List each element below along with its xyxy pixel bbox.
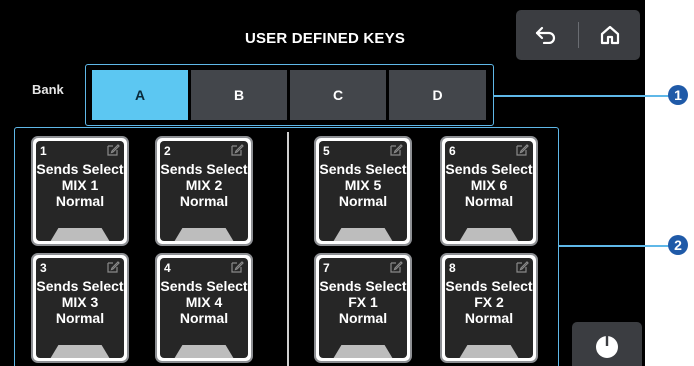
callout-1-badge: 1 xyxy=(668,85,688,105)
key-label: Sends Select MIX 1 Normal xyxy=(36,161,124,209)
key-label: Sends Select FX 2 Normal xyxy=(445,278,533,326)
key-label: Sends Select MIX 5 Normal xyxy=(319,161,407,209)
callout-2-line xyxy=(559,245,670,247)
edit-pencil-icon xyxy=(390,261,403,273)
user-key-7[interactable]: 7 Sends Select FX 1 Normal xyxy=(314,253,412,363)
key-face: 1 Sends Select MIX 1 Normal xyxy=(36,141,124,241)
key-base xyxy=(459,345,519,358)
user-key-2[interactable]: 2 Sends Select MIX 2 Normal xyxy=(155,136,253,246)
key-label: Sends Select MIX 2 Normal xyxy=(160,161,248,209)
key-face: 2 Sends Select MIX 2 Normal xyxy=(160,141,248,241)
edit-pencil-icon xyxy=(107,261,120,273)
key-mode: Normal xyxy=(338,310,388,326)
key-base xyxy=(174,345,234,358)
key-number: 5 xyxy=(323,144,330,158)
key-base xyxy=(50,228,110,241)
user-key-8[interactable]: 8 Sends Select FX 2 Normal xyxy=(440,253,538,363)
key-base xyxy=(333,345,393,358)
key-label: Sends Select MIX 4 Normal xyxy=(160,278,248,326)
key-face: 5 Sends Select MIX 5 Normal xyxy=(319,141,407,241)
key-number: 7 xyxy=(323,261,330,275)
home-button[interactable] xyxy=(580,10,640,60)
key-label: Sends Select MIX 3 Normal xyxy=(36,278,124,326)
edit-pencil-icon xyxy=(516,261,529,273)
user-key-4[interactable]: 4 Sends Select MIX 4 Normal xyxy=(155,253,253,363)
key-label: Sends Select FX 1 Normal xyxy=(319,278,407,326)
key-function: Sends Select xyxy=(319,278,407,294)
key-group-divider xyxy=(287,132,289,366)
nav-divider xyxy=(578,22,579,48)
page-title: USER DEFINED KEYS xyxy=(244,30,406,47)
key-face: 8 Sends Select FX 2 Normal xyxy=(445,258,533,358)
key-number: 1 xyxy=(40,144,47,158)
key-number: 4 xyxy=(164,261,171,275)
user-key-6[interactable]: 6 Sends Select MIX 6 Normal xyxy=(440,136,538,246)
key-mode: Normal xyxy=(464,310,514,326)
key-target: MIX 5 xyxy=(344,177,382,193)
key-face: 3 Sends Select MIX 3 Normal xyxy=(36,258,124,358)
mixer-screen: USER DEFINED KEYS Bank A B C D 1 Sends S… xyxy=(0,0,645,366)
undo-arrow-icon xyxy=(535,26,556,44)
nav-buttons xyxy=(516,10,640,60)
key-number: 6 xyxy=(449,144,456,158)
key-mode: Normal xyxy=(464,193,514,209)
edit-pencil-icon xyxy=(516,144,529,156)
key-target: FX 1 xyxy=(348,294,378,310)
bank-d-button[interactable]: D xyxy=(389,70,486,120)
key-target: MIX 1 xyxy=(61,177,99,193)
key-face: 7 Sends Select FX 1 Normal xyxy=(319,258,407,358)
callout-2-badge: 2 xyxy=(668,235,688,255)
power-knob-icon xyxy=(596,336,618,358)
key-target: MIX 2 xyxy=(185,177,223,193)
user-key-3[interactable]: 3 Sends Select MIX 3 Normal xyxy=(31,253,129,363)
key-function: Sends Select xyxy=(319,161,407,177)
key-function: Sends Select xyxy=(36,278,124,294)
user-key-5[interactable]: 5 Sends Select MIX 5 Normal xyxy=(314,136,412,246)
key-function: Sends Select xyxy=(36,161,124,177)
bank-c-button[interactable]: C xyxy=(290,70,386,120)
key-number: 3 xyxy=(40,261,47,275)
bank-b-button[interactable]: B xyxy=(191,70,287,120)
key-mode: Normal xyxy=(55,193,105,209)
key-function: Sends Select xyxy=(445,161,533,177)
key-function: Sends Select xyxy=(160,278,248,294)
key-target: MIX 6 xyxy=(470,177,508,193)
key-mode: Normal xyxy=(55,310,105,326)
edit-pencil-icon xyxy=(231,144,244,156)
home-icon xyxy=(600,25,620,45)
edit-pencil-icon xyxy=(390,144,403,156)
key-mode: Normal xyxy=(179,193,229,209)
key-function: Sends Select xyxy=(160,161,248,177)
key-number: 8 xyxy=(449,261,456,275)
key-target: MIX 4 xyxy=(185,294,223,310)
key-target: MIX 3 xyxy=(61,294,99,310)
key-base xyxy=(459,228,519,241)
key-base xyxy=(174,228,234,241)
back-button[interactable] xyxy=(516,10,576,60)
key-mode: Normal xyxy=(338,193,388,209)
edit-pencil-icon xyxy=(107,144,120,156)
key-label: Sends Select MIX 6 Normal xyxy=(445,161,533,209)
callout-1-line xyxy=(494,95,670,97)
bank-label: Bank xyxy=(32,82,64,97)
power-button[interactable] xyxy=(572,322,642,366)
key-face: 4 Sends Select MIX 4 Normal xyxy=(160,258,248,358)
key-face: 6 Sends Select MIX 6 Normal xyxy=(445,141,533,241)
key-number: 2 xyxy=(164,144,171,158)
user-key-1[interactable]: 1 Sends Select MIX 1 Normal xyxy=(31,136,129,246)
key-base xyxy=(333,228,393,241)
key-function: Sends Select xyxy=(445,278,533,294)
key-base xyxy=(50,345,110,358)
key-mode: Normal xyxy=(179,310,229,326)
bank-a-button[interactable]: A xyxy=(92,70,188,120)
edit-pencil-icon xyxy=(231,261,244,273)
key-target: FX 2 xyxy=(474,294,504,310)
